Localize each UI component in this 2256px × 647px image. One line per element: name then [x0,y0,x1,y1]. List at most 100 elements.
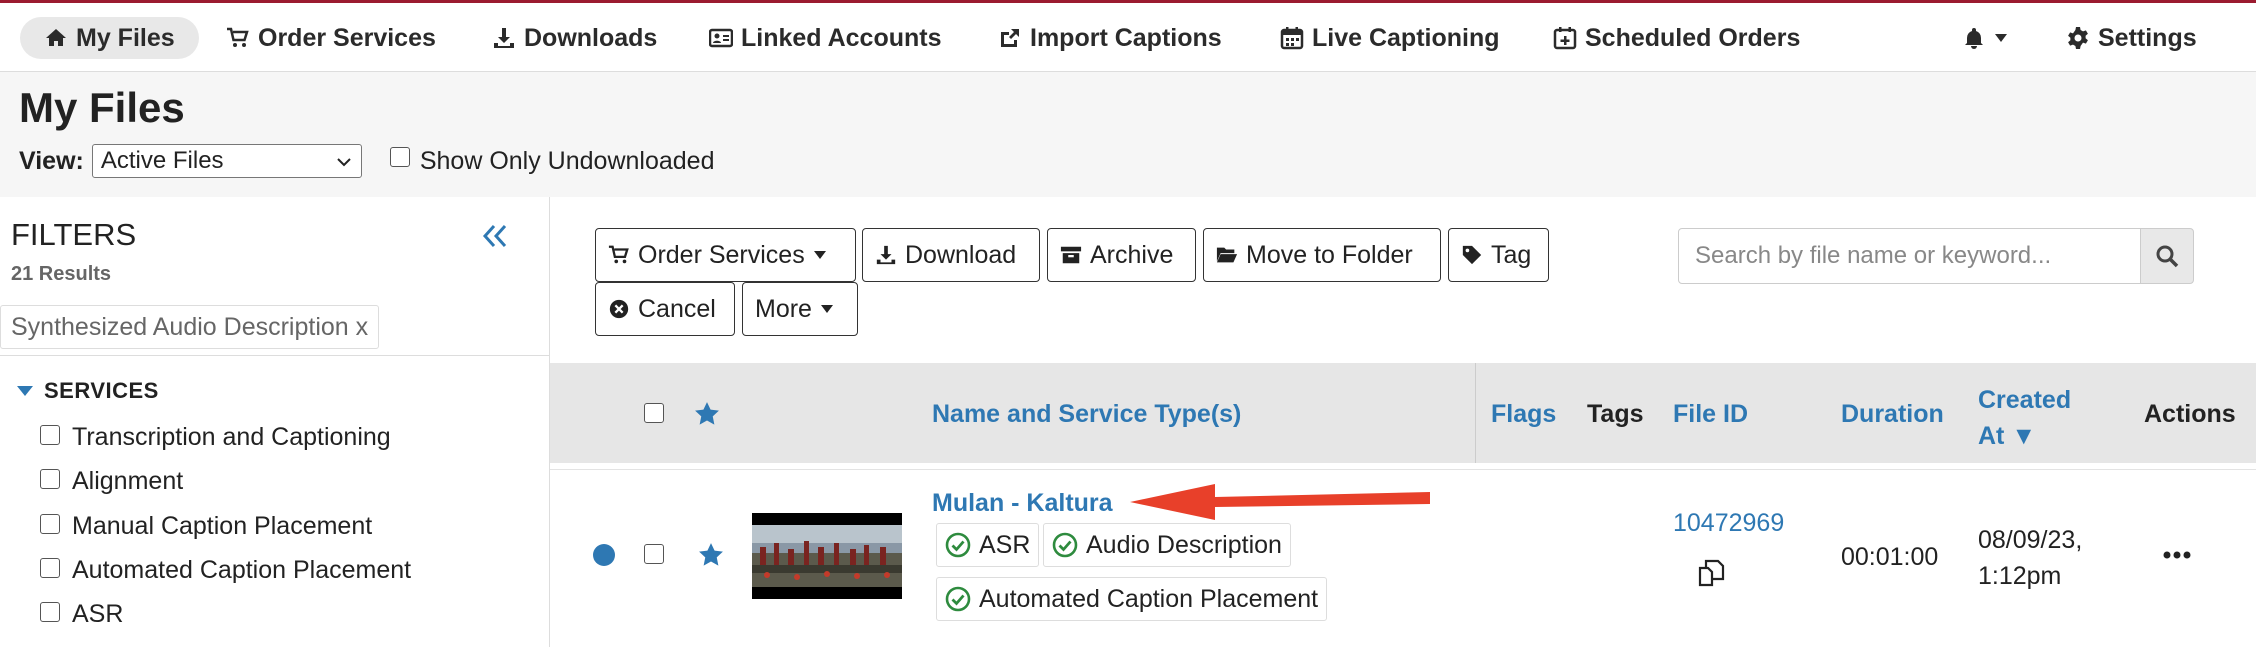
show-undownloaded-label: Show Only Undownloaded [419,146,715,175]
service-badge-automated-caption-placement: Automated Caption Placement [936,577,1328,621]
order-services-button[interactable]: Order Services [595,228,856,282]
services-heading[interactable]: SERVICES [16,378,159,404]
folder-open-icon [1216,247,1238,263]
nav-scheduled-orders[interactable]: Scheduled Orders [1553,17,1800,59]
more-button[interactable]: More [742,282,858,336]
copy-icon[interactable] [1696,558,1726,588]
caret-down-icon [17,386,33,396]
search-button[interactable] [2140,228,2194,284]
divider [0,355,550,356]
nav-import-captions[interactable]: Import Captions [998,17,1222,59]
check-circle-icon [945,586,971,612]
unread-indicator [593,544,615,566]
search-input[interactable] [1679,229,2141,283]
service-filter-checkbox[interactable] [40,424,60,445]
calendar-icon [1280,27,1304,50]
table-row[interactable]: Mulan - Kaltura ASR Audio Description Au… [550,469,2256,647]
cancel-circle-icon [609,299,629,319]
search-box [1678,228,2146,284]
duration: 00:01:00 [1841,543,1939,571]
search-icon [2156,245,2179,268]
service-filter-label: Manual Caption Placement [72,512,373,540]
file-list-panel: Order Services Download Archive Move to … [550,197,2256,647]
archive-button[interactable]: Archive [1047,228,1196,282]
more-label: More [755,294,812,323]
cancel-button[interactable]: Cancel [595,282,735,336]
video-thumbnail[interactable] [752,513,902,599]
header-file-id[interactable]: File ID [1673,400,1748,429]
nav-live-captioning[interactable]: Live Captioning [1280,17,1500,59]
show-undownloaded-checkbox[interactable] [389,147,410,167]
download-icon [876,245,896,265]
select-all-checkbox[interactable] [644,403,664,423]
header-flags[interactable]: Flags [1491,400,1556,429]
star-icon[interactable] [698,542,724,568]
archive-label: Archive [1090,240,1174,269]
nav-downloads[interactable]: Downloads [492,17,657,59]
header-duration[interactable]: Duration [1841,400,1944,429]
service-filter-checkbox[interactable] [40,557,60,578]
id-card-icon [709,28,733,48]
active-filter-chip[interactable]: Synthesized Audio Description x [0,305,380,349]
header-created-at[interactable]: Created At ▼ [1978,382,2098,454]
page-title: My Files [19,84,185,131]
service-filter-checkbox[interactable] [40,468,60,489]
nav-label: Import Captions [1030,23,1222,52]
filters-title: FILTERS [11,217,137,252]
service-filter-checkbox[interactable] [40,513,60,534]
header-name[interactable]: Name and Service Type(s) [932,400,1241,429]
nav-label: Live Captioning [1312,23,1500,52]
move-to-folder-button[interactable]: Move to Folder [1203,228,1441,282]
caret-down-icon [820,305,833,313]
top-navigation: My Files Order Services Downloads Linked… [0,0,2256,72]
view-select-value: Active Files [100,147,224,174]
file-id[interactable]: 10472969 [1673,509,1784,538]
gear-icon [2068,27,2088,49]
nav-label: Order Services [258,23,436,52]
row-checkbox[interactable] [644,544,664,564]
cancel-label: Cancel [638,294,716,323]
download-icon [494,28,514,48]
order-services-label: Order Services [638,240,805,269]
star-icon[interactable] [694,401,720,427]
nav-label: Scheduled Orders [1585,23,1801,52]
nav-label: Linked Accounts [741,23,942,52]
nav-settings[interactable]: Settings [2066,17,2197,59]
nav-order-services[interactable]: Order Services [226,17,436,59]
service-filter-label: Transcription and Captioning [72,423,391,451]
more-actions-icon[interactable] [2162,548,2192,562]
service-filter-label: Alignment [72,467,184,495]
notifications-dropdown[interactable] [1962,17,2008,59]
archive-icon [1060,246,1082,264]
cart-icon [227,27,249,47]
check-circle-icon [1052,532,1078,558]
service-filter-item[interactable]: Manual Caption Placement [40,512,372,541]
nav-my-files[interactable]: My Files [20,17,199,59]
tag-icon [1462,245,1482,265]
service-filter-item[interactable]: ASR [40,600,123,629]
service-filter-checkbox[interactable] [40,601,60,622]
results-count: 21 Results [11,263,112,285]
service-badge-audio-description: Audio Description [1043,523,1291,567]
view-row: View: Active Files Show Only Undownloade… [19,144,714,178]
caret-down-icon [813,251,826,259]
service-filter-item[interactable]: Transcription and Captioning [40,423,391,452]
bell-icon [1965,28,1983,49]
service-badge-label: Audio Description [1086,530,1282,559]
move-to-folder-label: Move to Folder [1246,240,1413,269]
service-filter-item[interactable]: Automated Caption Placement [40,556,411,585]
file-name-link[interactable]: Mulan - Kaltura [932,489,1113,518]
chevron-down-icon [337,158,351,167]
column-separator [1475,363,1476,463]
download-label: Download [905,240,1017,269]
collapse-sidebar-icon[interactable] [480,221,510,251]
show-undownloaded-toggle[interactable]: Show Only Undownloaded [389,146,715,176]
service-filter-item[interactable]: Alignment [40,467,183,496]
service-filter-label: Automated Caption Placement [72,556,412,584]
download-button[interactable]: Download [862,228,1040,282]
tag-button[interactable]: Tag [1448,228,1549,282]
nav-linked-accounts[interactable]: Linked Accounts [709,17,942,59]
created-at: 08/09/23, 1:12pm [1978,522,2088,594]
service-filter-label: ASR [72,600,124,628]
view-select[interactable]: Active Files [91,144,362,178]
